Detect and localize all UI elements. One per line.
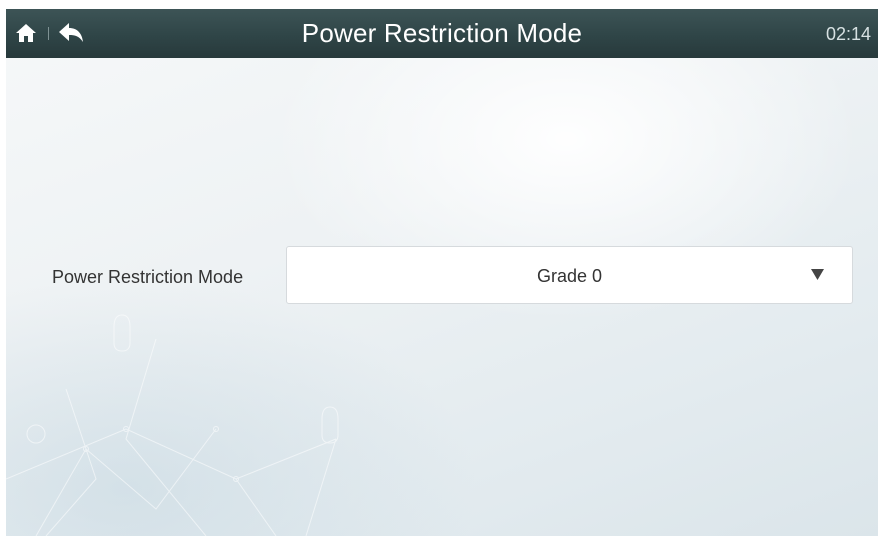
field-label: Power Restriction Mode (52, 267, 244, 287)
title-bar: Power Restriction Mode 02:14 (6, 9, 878, 58)
triangle-down-icon (811, 269, 824, 280)
device-screen: Power Restriction Mode 02:14 Power Restr… (6, 9, 878, 536)
page-title: Power Restriction Mode (301, 18, 583, 48)
clock: 02:14 (825, 24, 871, 44)
dropdown-selected-value: Grade 0 (536, 266, 603, 286)
power-restriction-mode-dropdown[interactable]: Grade 0 (286, 246, 853, 304)
